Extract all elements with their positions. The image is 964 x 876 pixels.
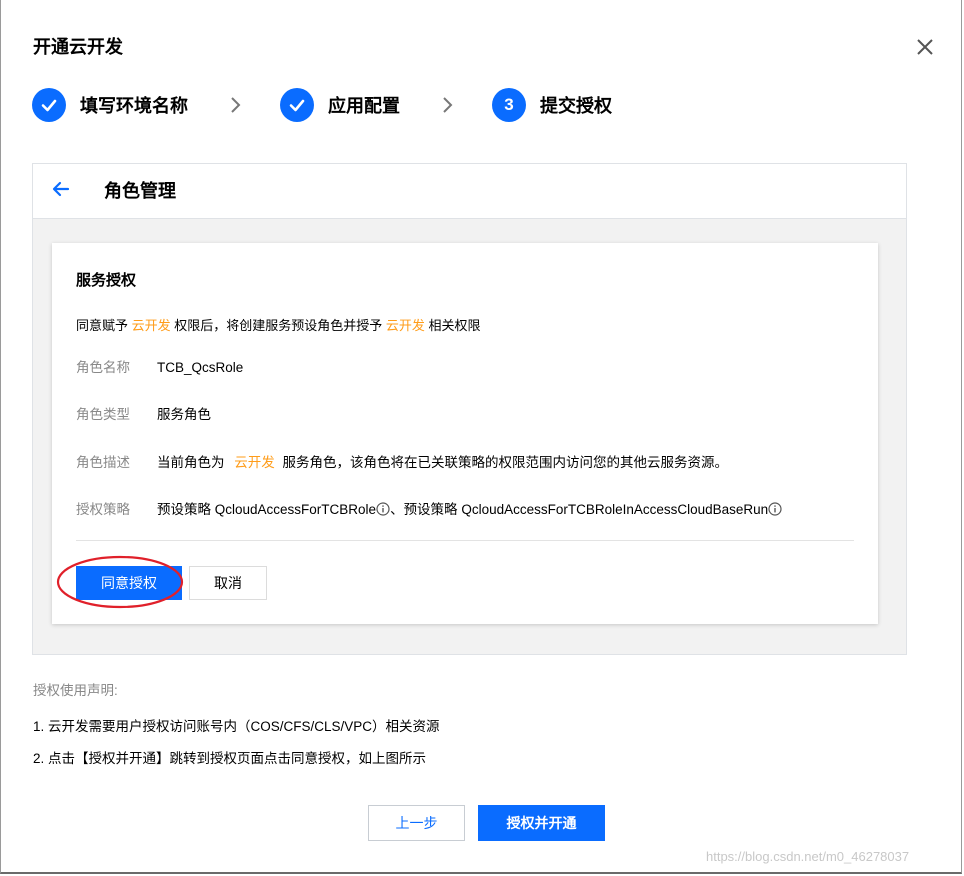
- dialog-title: 开通云开发: [33, 37, 123, 57]
- product-highlight: 云开发: [385, 318, 425, 333]
- note-item: 2. 点击【授权并开通】跳转到授权页面点击同意授权，如上图所示: [33, 751, 427, 766]
- product-highlight: 云开发: [234, 455, 275, 470]
- role-name-value: TCB_QcsRole: [157, 360, 244, 375]
- role-management-panel: 角色管理 服务授权 同意赋予 云开发 权限后，将创建服务预设角色并授予 云开发 …: [32, 163, 907, 655]
- notes-title: 授权使用声明:: [33, 683, 118, 698]
- policy-label: 授权策略: [76, 502, 130, 517]
- agree-prefix: 同意赋予: [76, 318, 132, 333]
- check-icon: [41, 99, 57, 112]
- step-fill-env-name: 填写环境名称: [32, 88, 188, 122]
- role-desc-row: 角色描述 当前角色为 云开发 服务角色，该角色将在已关联策略的权限范围内访问您的其…: [76, 451, 728, 471]
- agree-statement: 同意赋予 云开发 权限后，将创建服务预设角色并授予 云开发 相关权限: [76, 315, 481, 334]
- step-circle-done: [280, 88, 314, 122]
- info-icon[interactable]: [376, 502, 390, 516]
- authorize-and-enable-button[interactable]: 授权并开通: [478, 805, 605, 841]
- step-app-config: 应用配置: [280, 88, 400, 122]
- prev-step-button[interactable]: 上一步: [368, 805, 465, 841]
- close-icon[interactable]: [914, 36, 936, 58]
- policy-item-1: 预设策略 QcloudAccessForTCBRole: [157, 502, 377, 517]
- divider: [76, 540, 854, 541]
- service-auth-card: 服务授权 同意赋予 云开发 权限后，将创建服务预设角色并授予 云开发 相关权限 …: [52, 243, 878, 624]
- note-item: 1. 云开发需要用户授权访问账号内（COS/CFS/CLS/VPC）相关资源: [33, 719, 440, 734]
- agree-middle: 权限后，将创建服务预设角色并授予: [170, 318, 386, 333]
- panel-header: 角色管理: [33, 164, 906, 219]
- chevron-right-icon: [443, 97, 453, 113]
- role-desc-suffix: 服务角色，该角色将在已关联策略的权限范围内访问您的其他云服务资源。: [278, 455, 729, 470]
- role-desc-label: 角色描述: [76, 455, 130, 470]
- agree-suffix: 相关权限: [424, 318, 481, 333]
- check-icon: [289, 99, 305, 112]
- step-label: 提交授权: [540, 96, 612, 116]
- policy-row: 授权策略 预设策略 QcloudAccessForTCBRole 、预设策略 Qcl…: [76, 498, 782, 518]
- step-label: 填写环境名称: [80, 96, 188, 116]
- chevron-right-icon: [231, 97, 241, 113]
- watermark: https://blog.csdn.net/m0_46278037: [706, 849, 910, 864]
- arrow-left-icon[interactable]: [51, 179, 71, 199]
- cancel-button[interactable]: 取消: [189, 566, 267, 600]
- step-circle-active: 3: [492, 88, 526, 122]
- step-circle-done: [32, 88, 66, 122]
- role-type-value: 服务角色: [157, 407, 211, 422]
- role-name-row: 角色名称 TCB_QcsRole: [76, 356, 243, 376]
- card-title: 服务授权: [76, 272, 137, 289]
- policy-separator: 、: [390, 502, 404, 517]
- info-icon[interactable]: [768, 502, 782, 516]
- role-desc-prefix: 当前角色为: [157, 455, 229, 470]
- agree-auth-button[interactable]: 同意授权: [76, 566, 182, 600]
- step-submit-auth: 3 提交授权: [492, 88, 612, 122]
- policy-item-2: 预设策略 QcloudAccessForTCBRoleInAccessCloud…: [403, 502, 769, 517]
- step-label: 应用配置: [328, 96, 400, 116]
- product-highlight: 云开发: [131, 318, 171, 333]
- role-type-row: 角色类型 服务角色: [76, 403, 211, 423]
- role-type-label: 角色类型: [76, 407, 130, 422]
- role-name-label: 角色名称: [76, 360, 130, 375]
- stepper: 填写环境名称 应用配置 3 提交授权: [32, 87, 612, 123]
- panel-title: 角色管理: [104, 181, 176, 201]
